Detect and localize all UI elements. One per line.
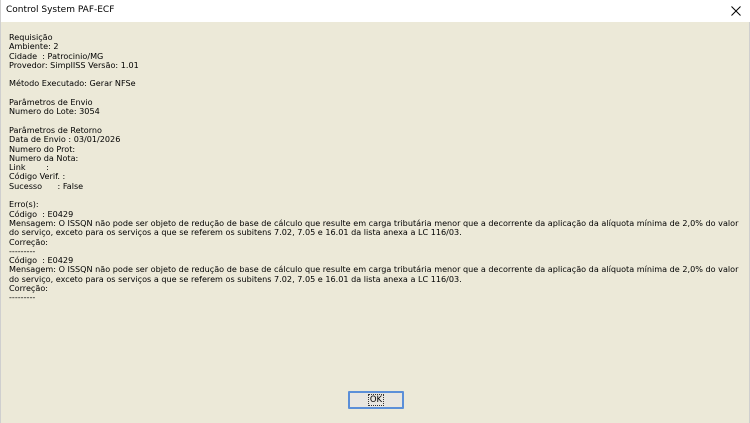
num-prot-line: Numero do Prot:	[9, 143, 76, 154]
link-line: Link :	[9, 162, 49, 173]
error-separator: ---------	[9, 292, 36, 303]
error-separator: ---------	[9, 245, 36, 256]
error-mensagem: Mensagem: O ISSQN não pode ser objeto de…	[9, 217, 739, 238]
message-dialog: Control System PAF-ECF Requisição Ambien…	[0, 0, 750, 423]
lote-line: Numero do Lote: 3054	[9, 106, 100, 117]
close-icon	[731, 6, 741, 16]
error-correcao: Correção:	[9, 283, 49, 294]
cod-verif-line: Código Verif. :	[9, 171, 66, 182]
erros-header: Erro(s):	[9, 199, 39, 210]
ok-button[interactable]: OK	[348, 391, 404, 409]
title-bar[interactable]: Control System PAF-ECF	[1, 0, 750, 22]
metodo-line: Método Executado: Gerar NFSe	[9, 78, 136, 89]
close-button[interactable]	[727, 2, 745, 20]
window-title: Control System PAF-ECF	[6, 5, 115, 15]
data-envio-line: Data de Envio : 03/01/2026	[9, 134, 121, 145]
error-correcao: Correção:	[9, 236, 49, 247]
ambiente-line: Ambiente: 2	[9, 41, 59, 52]
envio-header: Parâmetros de Envio	[9, 97, 93, 108]
request-header: Requisição	[9, 32, 53, 42]
sucesso-line: Sucesso : False	[9, 180, 84, 191]
ok-button-label: OK	[367, 394, 385, 406]
num-nota-line: Numero da Nota:	[9, 152, 79, 163]
error-mensagem: Mensagem: O ISSQN não pode ser objeto de…	[9, 264, 739, 284]
message-text: Requisição Ambiente: 2 Cidade : Patrocin…	[9, 32, 744, 303]
provedor-line: Provedor: SimplISS Versão: 1.01	[9, 59, 139, 70]
